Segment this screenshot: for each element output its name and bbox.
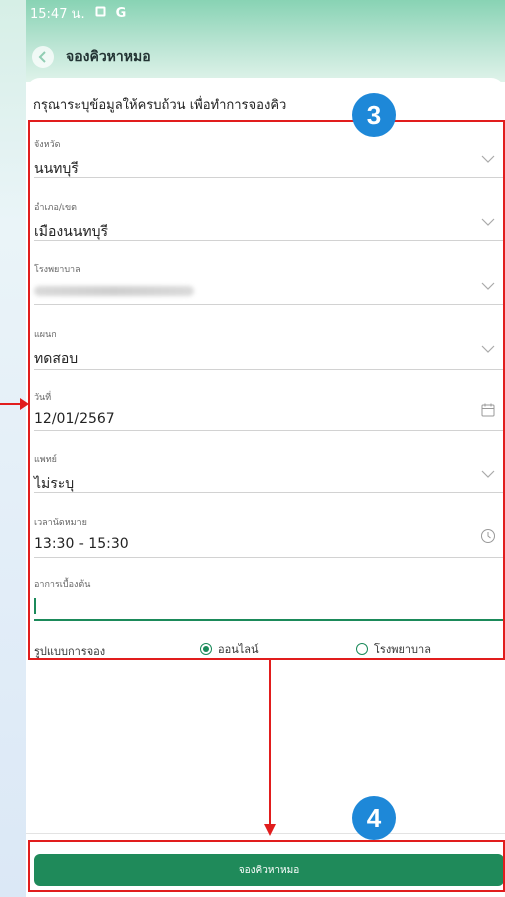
- annotation-arrowhead-down: [264, 824, 276, 836]
- annotation-arrowhead-left: [20, 398, 29, 410]
- step-badge-4: 4: [352, 796, 396, 840]
- annotation-arrows: [0, 398, 276, 836]
- step-badge-3: 3: [352, 93, 396, 137]
